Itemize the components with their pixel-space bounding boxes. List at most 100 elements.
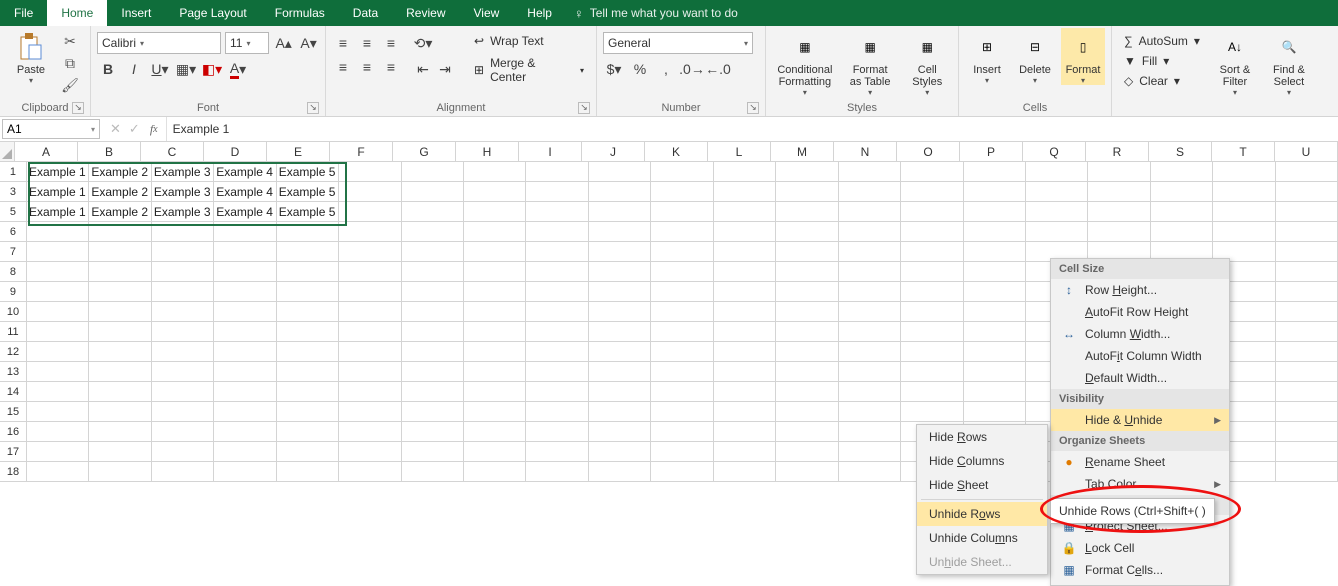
tab-formulas[interactable]: Formulas (261, 0, 339, 26)
cell[interactable] (776, 402, 838, 422)
cell[interactable] (839, 262, 901, 282)
cell[interactable] (402, 462, 464, 482)
cell[interactable] (402, 402, 464, 422)
row-header[interactable]: 12 (0, 342, 27, 362)
format-cells-button[interactable]: ▯ Format▾ (1061, 28, 1105, 85)
cell[interactable] (901, 262, 963, 282)
cell[interactable] (214, 442, 276, 462)
tab-color-item[interactable]: Tab Color▶ (1051, 473, 1229, 495)
cell[interactable] (526, 222, 588, 242)
cell[interactable] (339, 202, 401, 222)
cell[interactable] (339, 382, 401, 402)
cell[interactable] (464, 422, 526, 442)
cell[interactable] (277, 262, 339, 282)
cell[interactable] (651, 262, 713, 282)
cell[interactable] (402, 282, 464, 302)
row-header[interactable]: 13 (0, 362, 27, 382)
cell[interactable] (339, 162, 401, 182)
cell[interactable] (1276, 222, 1338, 242)
cell[interactable] (839, 362, 901, 382)
cell[interactable] (901, 222, 963, 242)
cell[interactable] (589, 362, 651, 382)
bold-button[interactable]: B (97, 58, 119, 80)
cell[interactable] (589, 202, 651, 222)
row-header[interactable]: 14 (0, 382, 27, 402)
cell[interactable] (152, 342, 214, 362)
cell[interactable] (589, 282, 651, 302)
cell[interactable] (964, 222, 1026, 242)
cell[interactable] (339, 422, 401, 442)
cell[interactable] (464, 442, 526, 462)
increase-indent-icon[interactable]: ⇥ (434, 58, 456, 80)
cell[interactable] (714, 282, 776, 302)
column-header[interactable]: T (1212, 142, 1275, 162)
cell[interactable] (214, 342, 276, 362)
number-format-combo[interactable]: General▾ (603, 32, 753, 54)
cell[interactable] (152, 402, 214, 422)
cell[interactable] (901, 402, 963, 422)
hide-columns-item[interactable]: Hide Columns (917, 449, 1047, 473)
cell[interactable] (89, 242, 151, 262)
cell[interactable] (964, 282, 1026, 302)
cell[interactable] (651, 462, 713, 482)
cell[interactable] (1213, 162, 1275, 182)
cell[interactable] (1276, 462, 1338, 482)
column-header[interactable]: N (834, 142, 897, 162)
cell[interactable]: Example 3 (152, 162, 214, 182)
column-header[interactable]: G (393, 142, 456, 162)
cell[interactable]: Example 2 (89, 162, 151, 182)
cell[interactable] (839, 382, 901, 402)
cell[interactable] (214, 302, 276, 322)
cell[interactable] (714, 262, 776, 282)
row-header[interactable]: 10 (0, 302, 27, 322)
cell[interactable] (589, 162, 651, 182)
cell[interactable] (776, 262, 838, 282)
cell[interactable] (27, 302, 89, 322)
column-header[interactable]: H (456, 142, 519, 162)
cell[interactable] (1151, 222, 1213, 242)
cell[interactable] (402, 422, 464, 442)
cell[interactable] (964, 342, 1026, 362)
cell[interactable] (1026, 202, 1088, 222)
cell[interactable] (27, 262, 89, 282)
cell[interactable] (464, 402, 526, 422)
row-height-item[interactable]: ↕Row Height... (1051, 279, 1229, 301)
cell[interactable] (27, 282, 89, 302)
cell[interactable] (714, 162, 776, 182)
cell-styles-button[interactable]: ▦ Cell Styles▾ (902, 28, 952, 97)
cell[interactable] (27, 342, 89, 362)
tab-view[interactable]: View (460, 0, 514, 26)
cell[interactable] (89, 422, 151, 442)
align-bottom-icon[interactable]: ≡ (380, 32, 402, 54)
column-header[interactable]: O (897, 142, 960, 162)
cell[interactable] (152, 422, 214, 442)
cell[interactable] (339, 402, 401, 422)
cell[interactable] (1276, 262, 1338, 282)
cell[interactable] (89, 462, 151, 482)
cell[interactable] (901, 162, 963, 182)
cell[interactable] (277, 242, 339, 262)
cell[interactable] (526, 422, 588, 442)
cell[interactable] (277, 302, 339, 322)
launcher-icon[interactable]: ↘ (307, 102, 319, 114)
cell[interactable] (964, 202, 1026, 222)
cell[interactable] (714, 182, 776, 202)
cell[interactable] (714, 422, 776, 442)
cell[interactable] (89, 322, 151, 342)
cell[interactable]: Example 3 (152, 182, 214, 202)
cell[interactable] (651, 342, 713, 362)
cell[interactable] (277, 342, 339, 362)
cell[interactable] (1151, 182, 1213, 202)
cell[interactable] (1276, 402, 1338, 422)
cell[interactable] (526, 362, 588, 382)
formula-input[interactable]: Example 1 (166, 117, 1338, 141)
cell[interactable] (589, 322, 651, 342)
cell[interactable] (464, 462, 526, 482)
cell[interactable] (464, 282, 526, 302)
cell[interactable] (339, 342, 401, 362)
row-header[interactable]: 18 (0, 462, 27, 482)
cell[interactable] (526, 442, 588, 462)
hide-rows-item[interactable]: Hide Rows (917, 425, 1047, 449)
cell[interactable] (1088, 202, 1150, 222)
cell[interactable] (214, 422, 276, 442)
